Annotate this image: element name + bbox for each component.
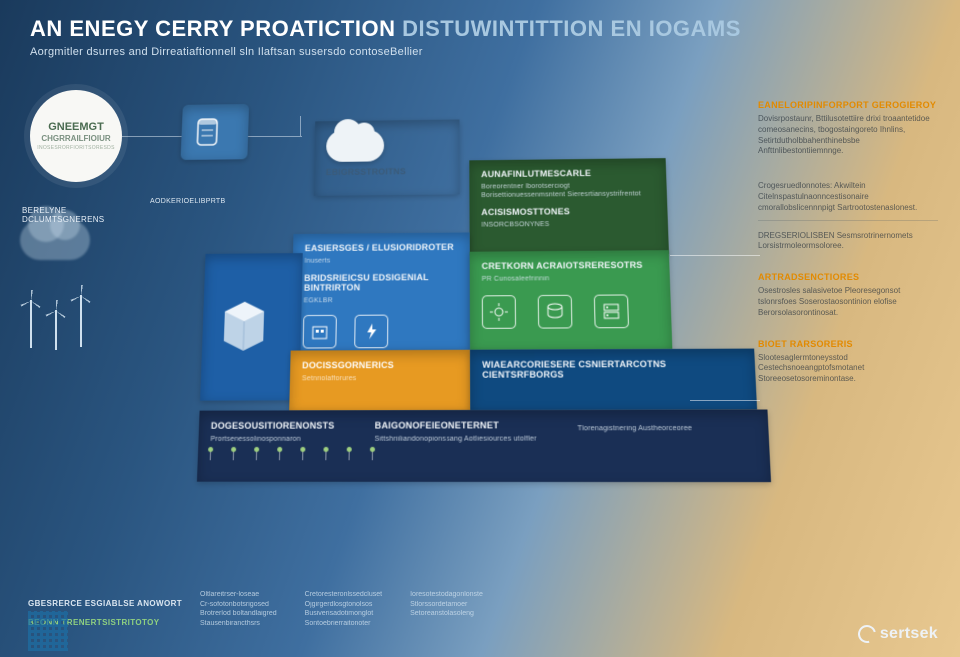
cell-body: Prortsenessolinosponnaron bbox=[210, 435, 334, 444]
footnote-line: Stlorssordetamoer bbox=[410, 600, 483, 610]
page-title: AN ENEGY CERRY PROATICTION DISTUWINTITTI… bbox=[30, 16, 930, 42]
cell-body: Boreorentner lborotserciogt Borisettionu… bbox=[481, 181, 655, 200]
footnote-line: Cretoresteronlssedcluset bbox=[305, 590, 382, 600]
cell-canister bbox=[181, 104, 250, 160]
cell-body: Setnriolafforures bbox=[302, 374, 458, 384]
cell-heading: AUNAFINLUTMESCARLE bbox=[481, 168, 654, 179]
cell-heading: DOCISSGORNERICS bbox=[302, 360, 458, 371]
cube-icon bbox=[213, 292, 274, 361]
cell-heading: ACISISMOSTTONES bbox=[481, 206, 655, 217]
legend-item: ARTRADSENCTIORES Osestrosles salasivetoe… bbox=[758, 272, 938, 318]
bolt-icon bbox=[354, 315, 388, 349]
cell-heading: WIAEARCORIESERE CSNIERTARCOTNS CIENTSRFB… bbox=[482, 359, 743, 380]
footnote-line: Brotrerlod boltandlaigred bbox=[200, 609, 277, 619]
cell-heading: EASIERSGES / ELUSIORIDROTER bbox=[305, 242, 458, 253]
cloud-icon bbox=[326, 130, 384, 162]
title-seg-b: PROATICTION bbox=[240, 16, 395, 41]
cell-heading: BAIGONOFEIEONETERNET bbox=[375, 420, 537, 430]
legend-item: Crogesruedlonnotes: Akwiltein Citelnspas… bbox=[758, 177, 938, 252]
cell-body: Tlorenagistnering Austheorceoree bbox=[577, 424, 692, 433]
edge-line bbox=[690, 400, 760, 401]
edge-line bbox=[670, 255, 760, 256]
legend-item: BIOET RARSORERIS Slootesaglermtoneysstod… bbox=[758, 339, 938, 385]
legend-body: DREGSERIOLISBEN Sesmsrotrinernomets Lors… bbox=[758, 231, 938, 253]
cell-heading: DOGESOUSITIORENONSTS bbox=[211, 420, 335, 430]
badge-line3: INOSESRORFIORITSORESDS bbox=[37, 146, 114, 152]
footnote-col: Cretoresteronlssedcluset Ojgirgerdlosgto… bbox=[305, 590, 382, 629]
cell-deep-blue bbox=[200, 253, 303, 401]
cloud-label-left: BERELYNE DCLUMTSGNERENS bbox=[22, 206, 102, 224]
legend-body: Slootesaglermtoneysstod Cestechsnoeangpt… bbox=[758, 353, 938, 385]
connector-line-v bbox=[300, 116, 301, 136]
legend-heading: BIOET RARSORERIS bbox=[758, 339, 938, 349]
brand-badge: GNEEMGT CHGRRAILFIOIUR INOSESRORFIORITSO… bbox=[30, 90, 122, 182]
header: AN ENEGY CERRY PROATICTION DISTUWINTITTI… bbox=[0, 0, 960, 62]
cell-body: EGKLBR bbox=[304, 296, 458, 306]
database-icon bbox=[538, 295, 573, 329]
footnote-line: Sontoebrierraitonoter bbox=[305, 619, 382, 629]
footnote-line: Busiverisadotimonglot bbox=[305, 609, 382, 619]
footnote-line: Ioresotestodagonlonste bbox=[410, 590, 483, 600]
wind-turbine-icon bbox=[55, 310, 57, 350]
wind-turbine-icon bbox=[30, 300, 32, 348]
qr-icon bbox=[28, 611, 68, 651]
badge-line1: GNEEMGT bbox=[48, 121, 104, 133]
diagram-panel: EBIGRSSTROITNS AUNAFINLUTMESCARLE Boreor… bbox=[140, 150, 750, 520]
page-subtitle: Aorgmitler dsurres and Dirreatiaftionnel… bbox=[30, 46, 930, 58]
footnote-line: Cr-sofotonbotsrigosed bbox=[200, 600, 277, 610]
title-seg-a: AN ENEGY CERRY bbox=[30, 16, 233, 41]
wind-turbine-icon bbox=[80, 295, 82, 347]
canister-icon bbox=[192, 113, 222, 148]
footnote-col: Ioresotestodagonlonste Stlorssordetamoer… bbox=[410, 590, 483, 629]
cell-base: DOGESOUSITIORENONSTS Prortsenessolinospo… bbox=[197, 410, 771, 483]
building-icon bbox=[303, 315, 337, 349]
cell-orange: DOCISSGORNERICS Setnriolafforures bbox=[289, 350, 470, 411]
badge-line2: CHGRRAILFIOIUR bbox=[41, 135, 110, 144]
cell-body: Sittshriiliandonopionssang Aotliesiource… bbox=[375, 434, 537, 443]
server-icon bbox=[594, 295, 629, 329]
legend-item: EANELORIPINFORPORT GEROGIEROY Dovisrpost… bbox=[758, 100, 938, 157]
legend-body: Dovisrpostaunr, Bttilusotettiire drixi t… bbox=[758, 114, 938, 157]
brand-logo: sertsek bbox=[858, 625, 938, 643]
legend: EANELORIPINFORPORT GEROGIEROY Dovisrpost… bbox=[758, 100, 938, 385]
cell-cloud: EBIGRSSTROITNS bbox=[314, 119, 460, 195]
title-seg-c: DISTUWINTITTION bbox=[402, 16, 604, 41]
timeline-ticks bbox=[210, 450, 758, 460]
separator bbox=[758, 220, 938, 221]
sun-icon bbox=[482, 295, 516, 329]
legend-body: Osestrosles salasivetoe Pleoresegonsot t… bbox=[758, 286, 938, 318]
cell-blue-left: EASIERSGES / ELUSIORIDROTER Inuserts BRI… bbox=[291, 232, 470, 350]
brand-mark-icon bbox=[855, 622, 880, 647]
brand-text: sertsek bbox=[880, 625, 938, 643]
footnote-line: Ojgirgerdlosgtonolsos bbox=[305, 600, 382, 610]
footer-heading: GBESRERCE ESGIABLSE ANOWORT bbox=[28, 599, 182, 608]
cell-green-mid: CRETKORN ACRAIOTSRERESOTRS PR Cunosaleef… bbox=[470, 250, 673, 350]
cloud-label-top: EBIGRSSTROITNS bbox=[326, 166, 448, 177]
footnotes: Oltlareitrser-loseae Cr-sofotonbotsrigos… bbox=[200, 590, 720, 629]
footnote-line: Stausenbirancthsrs bbox=[200, 619, 277, 629]
cell-body: INSORCBSONYNES bbox=[481, 219, 656, 229]
cloud-icon bbox=[20, 220, 90, 260]
legend-body: Crogesruedlonnotes: Akwiltein Citelnspas… bbox=[758, 181, 938, 213]
title-seg-d: EN IOGAMS bbox=[611, 16, 741, 41]
cell-body: PR Cunosaleefrinnin bbox=[482, 274, 658, 284]
cell-heading: CRETKORN ACRAIOTSRERESOTRS bbox=[482, 260, 658, 271]
footnote-line: Setoreanstolasoleng bbox=[410, 609, 483, 619]
legend-heading: EANELORIPINFORPORT GEROGIEROY bbox=[758, 100, 938, 110]
cell-green-top: AUNAFINLUTMESCARLE Boreorentner lborotse… bbox=[469, 158, 669, 255]
cell-heading: BRIDSRIEICSU EDSIGENIAL BINTRIRTON bbox=[304, 272, 458, 292]
cell-body: Inuserts bbox=[304, 256, 457, 266]
footnote-col: Oltlareitrser-loseae Cr-sofotonbotsrigos… bbox=[200, 590, 277, 629]
legend-heading: ARTRADSENCTIORES bbox=[758, 272, 938, 282]
footnote-line: Oltlareitrser-loseae bbox=[200, 590, 277, 600]
